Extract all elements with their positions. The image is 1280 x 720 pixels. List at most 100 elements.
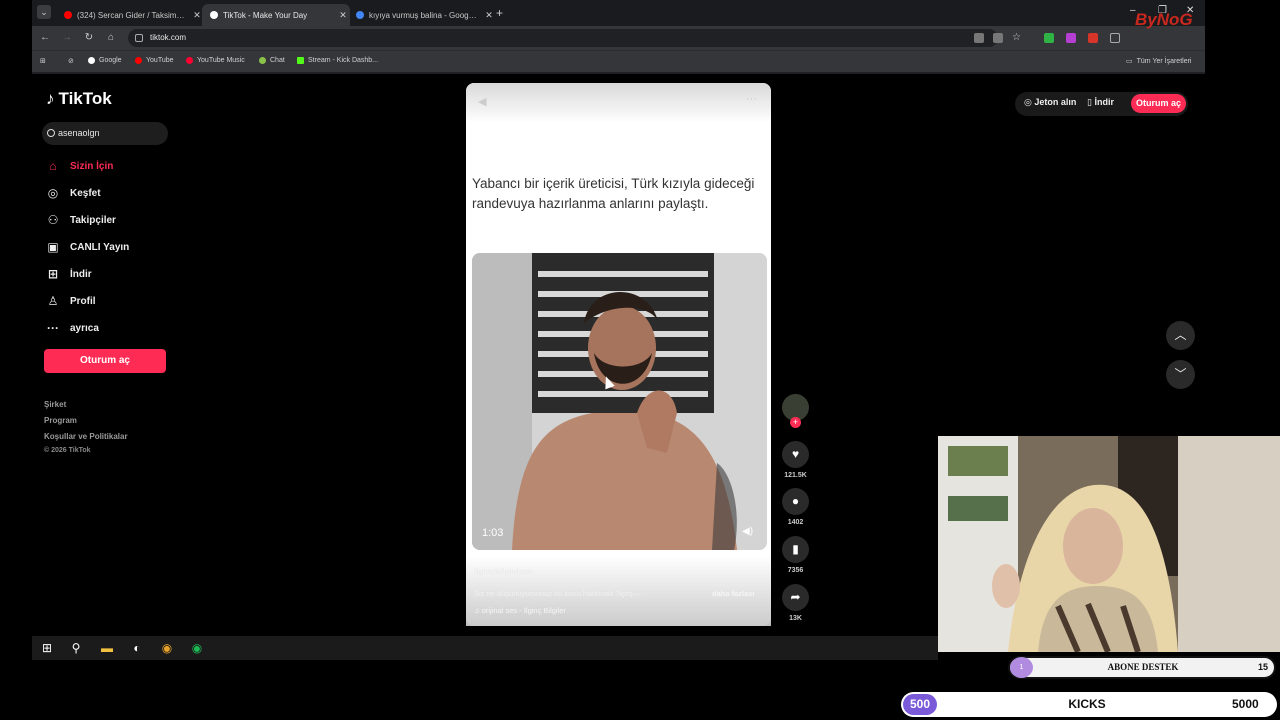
save-count: 7356	[787, 567, 804, 574]
tab-title: (324) Sercan Gider / Taksim'de	[77, 10, 185, 20]
site-info-icon[interactable]	[135, 34, 143, 42]
goal-label: ABONE DESTEK	[1107, 662, 1179, 672]
nav-live[interactable]: ▣ CANLI Yayın	[46, 240, 129, 254]
tab-search-icon[interactable]: ⌄	[37, 5, 51, 19]
comment-icon: ●	[782, 488, 809, 515]
compass-icon: ◎	[47, 186, 59, 200]
goal-target: 15	[1258, 662, 1269, 672]
app-icon[interactable]: ◐	[130, 641, 144, 655]
webcam-overlay	[938, 436, 1280, 652]
video-frame-illustration	[472, 253, 767, 550]
share-icon: ➦	[782, 584, 809, 611]
login-top-button[interactable]: Oturum aç	[1131, 94, 1186, 113]
footer-terms[interactable]: Koşullar ve Politikalar	[44, 432, 128, 441]
extension-icon[interactable]	[1066, 33, 1076, 43]
bookmarks-folder[interactable]: ▭ Tüm Yer İşaretleri	[1126, 57, 1191, 66]
url-text: tiktok.com	[150, 33, 187, 42]
kick-icon	[297, 57, 304, 64]
volume-icon[interactable]: ◀)	[742, 526, 753, 537]
video-thumbnail[interactable]	[472, 253, 767, 550]
chrome-icon[interactable]: ◉	[160, 641, 174, 655]
video-topbar	[466, 83, 771, 123]
bookmarks-bar: ⊞ ⊘ Google YouTube YouTube Music Chat St…	[32, 50, 1205, 72]
show-more-link[interactable]: daha fazlası	[712, 589, 755, 598]
goal-start-badge: 1	[1010, 657, 1033, 678]
bookmark-youtube[interactable]: YouTube	[135, 57, 174, 64]
address-bar[interactable]: tiktok.com	[128, 29, 998, 47]
folder-icon: ▭	[1126, 58, 1133, 65]
reload-icon[interactable]: ↻	[82, 31, 96, 45]
apps-icon[interactable]: ⊞	[40, 57, 46, 65]
tab-google[interactable]: kıyıya vurmuş balina - Google'd ✕	[348, 4, 496, 26]
heart-icon: ♥	[782, 441, 809, 468]
comment-count: 1402	[787, 519, 804, 526]
nav-more[interactable]: ··· ayrıca	[46, 321, 99, 335]
coin-icon: ◎	[1024, 97, 1035, 107]
search-input[interactable]: asenaolgn	[42, 122, 168, 145]
get-coins-button[interactable]: ◎ Jeton alın	[1024, 97, 1076, 108]
download-app-button[interactable]: ▯ İndir	[1087, 97, 1114, 108]
tab-title: TikTok - Make Your Day	[223, 10, 308, 20]
back-icon[interactable]: ←	[38, 31, 52, 45]
bookmark-chat[interactable]: Chat	[259, 57, 285, 64]
bookmark-kick[interactable]: Stream - Kick Dashb...	[297, 57, 378, 64]
youtube-music-icon	[186, 57, 193, 64]
tiktok-icon	[210, 11, 218, 19]
chat-icon	[259, 57, 266, 64]
nav-for-you[interactable]: ⌂ Sizin İçin	[46, 159, 113, 173]
footer-program[interactable]: Program	[44, 416, 77, 425]
previous-video-button[interactable]: ︿	[1166, 321, 1195, 350]
forward-icon[interactable]: →	[60, 31, 74, 45]
toolbar: ← → ↻ ⌂ tiktok.com ☆	[32, 26, 1205, 50]
live-icon: ▣	[47, 240, 59, 254]
translate-icon[interactable]	[974, 33, 984, 43]
google-icon	[356, 11, 364, 19]
video-author[interactable]: ilgincbilgiolsun	[474, 567, 533, 576]
tab-bar: ⌄ (324) Sercan Gider / Taksim'de ✕ TikTo…	[32, 0, 1205, 26]
nav-download[interactable]: ⊞ İndir	[46, 267, 92, 281]
tiktok-logo[interactable]: ♪ TikTok	[46, 89, 112, 109]
tab-title: kıyıya vurmuş balina - Google'd	[369, 10, 477, 20]
webcam-frame-illustration	[938, 436, 1280, 652]
tab-youtube[interactable]: (324) Sercan Gider / Taksim'de ✕	[56, 4, 204, 26]
nav-explore[interactable]: ◎ Keşfet	[46, 186, 101, 200]
star-icon[interactable]: ☆	[1012, 33, 1022, 43]
windows-start-icon[interactable]: ⊞	[40, 641, 54, 655]
kicks-current: 500	[903, 694, 937, 715]
tab-tiktok[interactable]: TikTok - Make Your Day ✕	[202, 4, 350, 26]
google-icon	[88, 57, 95, 64]
spotify-icon[interactable]: ◉	[190, 641, 204, 655]
comment-action[interactable]: ● 1402	[782, 488, 809, 526]
next-video-button[interactable]: ﹀	[1166, 360, 1195, 389]
home-icon[interactable]: ⌂	[104, 31, 118, 45]
kicks-target: 5000	[1232, 697, 1259, 711]
nav-following[interactable]: ⚇ Takipçiler	[46, 213, 116, 227]
bookmark-youtube-music[interactable]: YouTube Music	[186, 57, 245, 64]
save-action[interactable]: ▮ 7356	[782, 536, 809, 574]
bookmark-google[interactable]: Google	[88, 57, 122, 64]
follow-plus-icon[interactable]: +	[790, 417, 801, 428]
like-action[interactable]: ♥ 121.5K	[782, 441, 809, 479]
bookmark-item[interactable]: ⊘	[68, 57, 74, 65]
close-icon[interactable]: ✕	[482, 10, 496, 21]
chevron-down-icon: ﹀	[1174, 367, 1187, 381]
footer-company[interactable]: Şirket	[44, 400, 66, 409]
mute-icon[interactable]: ◀	[478, 95, 486, 108]
extension-icon[interactable]	[1044, 33, 1054, 43]
channel-brand-logo: ByNoG	[1135, 10, 1193, 29]
chevron-up-icon: ︿	[1174, 328, 1187, 342]
copyright: © 2026 TikTok	[44, 447, 91, 454]
puzzle-icon[interactable]	[1110, 33, 1120, 43]
extension-icon[interactable]	[1088, 33, 1098, 43]
file-explorer-icon[interactable]: ▬	[100, 641, 114, 655]
cast-icon[interactable]	[993, 33, 1003, 43]
more-options-icon[interactable]: ···	[746, 93, 757, 105]
video-sound[interactable]: ♫ orijinal ses - İlginç Bilgiler	[474, 606, 566, 615]
login-button[interactable]: Oturum aç	[44, 349, 166, 373]
new-tab-icon[interactable]: +	[496, 6, 503, 20]
more-icon: ···	[47, 321, 59, 335]
share-count: 13K	[789, 615, 802, 622]
share-action[interactable]: ➦ 13K	[782, 584, 809, 622]
search-icon[interactable]: ⚲	[69, 641, 83, 655]
nav-profile[interactable]: ♙ Profil	[46, 294, 96, 308]
